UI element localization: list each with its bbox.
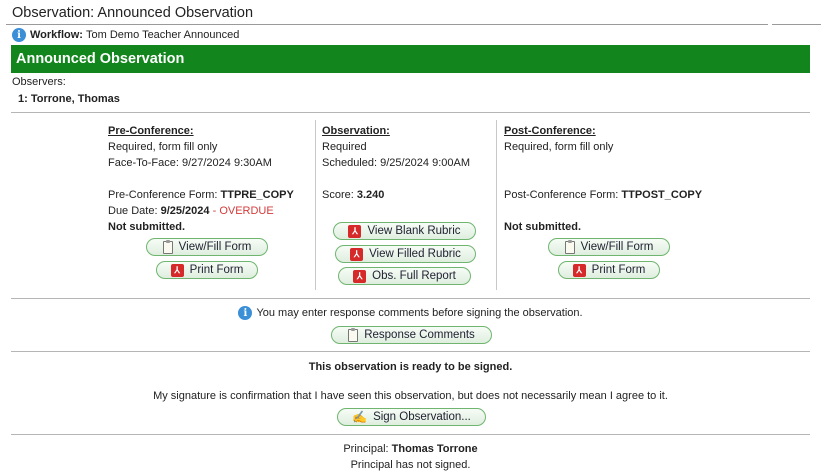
form-value: TTPOST_COPY bbox=[621, 189, 703, 201]
button-label: Obs. Full Report bbox=[372, 270, 456, 282]
workflow-row: i Workflow: Tom Demo Teacher Announced bbox=[12, 28, 239, 42]
ready-to-sign-text: This observation is ready to be signed. bbox=[308, 361, 513, 373]
post-conference-form: Post-Conference Form: TTPOST_COPY bbox=[504, 187, 704, 203]
button-label: Print Form bbox=[189, 264, 244, 276]
clipboard-icon bbox=[564, 239, 575, 254]
pre-view-fill-form-button[interactable]: View/Fill Form bbox=[146, 238, 268, 256]
post-conference-section: Post-Conference: Required, form fill onl… bbox=[504, 123, 704, 235]
column-divider bbox=[315, 120, 316, 290]
title-divider bbox=[6, 24, 768, 25]
page-title: Observation: Announced Observation bbox=[12, 5, 254, 21]
pre-conference-status: Not submitted. bbox=[108, 221, 185, 233]
score-label: Score: bbox=[322, 189, 354, 201]
principal-status: Principal has not signed. bbox=[350, 459, 471, 471]
clipboard-icon bbox=[348, 327, 359, 342]
pre-print-form-button[interactable]: ⅄ Print Form bbox=[156, 261, 258, 279]
sign-observation-button[interactable]: ✍ Sign Observation... bbox=[337, 408, 486, 426]
divider bbox=[11, 112, 810, 113]
post-print-form-button[interactable]: ⅄ Print Form bbox=[558, 261, 660, 279]
button-label: View Filled Rubric bbox=[369, 248, 461, 260]
workflow-label: Workflow: bbox=[30, 29, 83, 41]
button-label: View Blank Rubric bbox=[367, 225, 461, 237]
observation-requirement: Required bbox=[322, 141, 367, 153]
pre-conference-form: Pre-Conference Form: TTPRE_COPY bbox=[108, 187, 313, 203]
form-value: TTPRE_COPY bbox=[220, 189, 294, 201]
pre-conference-heading: Pre-Conference: bbox=[108, 125, 194, 137]
divider bbox=[11, 351, 810, 352]
button-label: Response Comments bbox=[364, 329, 475, 341]
obs-full-report-button[interactable]: ⅄ Obs. Full Report bbox=[338, 267, 471, 285]
post-conference-requirement: Required, form fill only bbox=[504, 141, 614, 153]
due-label: Due Date: bbox=[108, 205, 158, 217]
principal-row: Principal: Thomas Torrone bbox=[0, 443, 821, 455]
principal-label: Principal: bbox=[343, 443, 389, 455]
pdf-icon: ⅄ bbox=[350, 247, 364, 261]
button-label: View/Fill Form bbox=[580, 241, 654, 253]
form-label: Post-Conference Form: bbox=[504, 189, 619, 201]
post-view-fill-form-button[interactable]: View/Fill Form bbox=[548, 238, 670, 256]
pdf-icon: ⅄ bbox=[353, 269, 367, 283]
pdf-icon: ⅄ bbox=[572, 263, 586, 277]
response-comments-button[interactable]: Response Comments bbox=[331, 326, 492, 344]
form-label: Pre-Conference Form: bbox=[108, 189, 218, 201]
pdf-icon: ⅄ bbox=[170, 263, 184, 277]
button-label: Print Form bbox=[591, 264, 646, 276]
observation-banner: Announced Observation bbox=[11, 45, 810, 73]
title-divider-right bbox=[772, 24, 821, 25]
divider bbox=[11, 298, 810, 299]
observation-section: Observation: Required Scheduled: 9/25/20… bbox=[322, 123, 494, 203]
pdf-icon: ⅄ bbox=[348, 224, 362, 238]
observation-heading: Observation: bbox=[322, 125, 390, 137]
observation-scheduled: Scheduled: 9/25/2024 9:00AM bbox=[322, 157, 471, 169]
view-filled-rubric-button[interactable]: ⅄ View Filled Rubric bbox=[335, 245, 476, 263]
pre-conference-due: Due Date: 9/25/2024 - OVERDUE bbox=[108, 203, 313, 219]
column-divider bbox=[496, 120, 497, 290]
info-icon: i bbox=[238, 306, 253, 320]
pen-icon: ✍ bbox=[352, 410, 368, 424]
post-conference-heading: Post-Conference: bbox=[504, 125, 596, 137]
signature-confirmation-text: My signature is confirmation that I have… bbox=[153, 390, 668, 402]
observer-item: 1: Torrone, Thomas bbox=[18, 93, 120, 105]
observers-label: Observers: bbox=[12, 76, 66, 88]
pre-conference-meeting: Face-To-Face: 9/27/2024 9:30AM bbox=[108, 157, 272, 169]
view-blank-rubric-button[interactable]: ⅄ View Blank Rubric bbox=[333, 222, 476, 240]
principal-name: Thomas Torrone bbox=[391, 443, 478, 455]
info-icon: i bbox=[12, 28, 26, 42]
button-label: Sign Observation... bbox=[373, 411, 471, 423]
response-info-text: You may enter response comments before s… bbox=[256, 307, 583, 319]
pre-conference-section: Pre-Conference: Required, form fill only… bbox=[108, 123, 313, 235]
response-info: i You may enter response comments before… bbox=[0, 306, 821, 320]
divider bbox=[11, 434, 810, 435]
post-conference-status: Not submitted. bbox=[504, 221, 581, 233]
pre-conference-requirement: Required, form fill only bbox=[108, 141, 218, 153]
score-value: 3.240 bbox=[356, 189, 385, 201]
observation-score: Score: 3.240 bbox=[322, 187, 494, 203]
clipboard-icon bbox=[162, 239, 173, 254]
overdue-badge: - OVERDUE bbox=[212, 205, 274, 217]
button-label: View/Fill Form bbox=[178, 241, 252, 253]
due-value: 9/25/2024 bbox=[160, 205, 210, 217]
workflow-value: Tom Demo Teacher Announced bbox=[86, 29, 240, 41]
